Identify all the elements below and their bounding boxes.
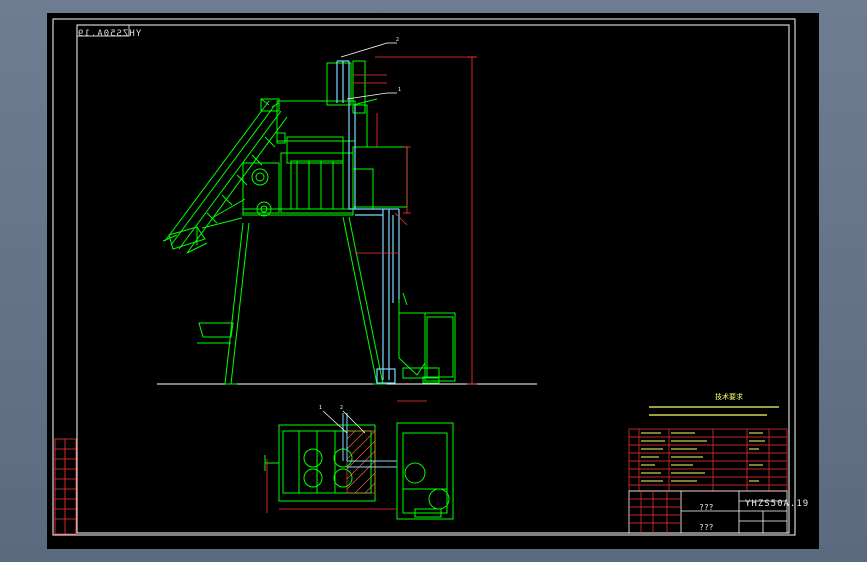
title-block-name-1: ???	[699, 503, 714, 512]
left-revision-strip	[54, 438, 77, 535]
parts-list-entries	[641, 432, 765, 482]
balloon-plan-2: 2	[340, 405, 343, 411]
title-block-drawing-number: YHZS50A.19	[745, 499, 810, 509]
balloon-plan-1: 1	[319, 405, 322, 411]
parts-list	[628, 428, 788, 492]
plan-duct	[342, 413, 397, 468]
drawing-number-mirrored: YHZS50A.19	[77, 29, 142, 39]
support-frame	[197, 216, 387, 385]
technical-notes	[649, 406, 779, 416]
title-block-signatures	[629, 491, 681, 533]
title-block-name-2: ???	[699, 523, 714, 532]
dust-collector	[398, 292, 456, 384]
pipe-ducting	[336, 60, 400, 384]
dimension-lines	[353, 56, 477, 402]
drawing-viewport[interactable]: 2 1 1 2 YHZS50A.19 技术要求 ??? ??? YHZS50A.…	[47, 13, 819, 549]
leader-lines-plan	[322, 410, 366, 434]
outer-border	[52, 18, 796, 536]
cad-drawing-canvas: 2 1 1 2	[52, 18, 796, 536]
balloon-top-2: 2	[396, 37, 399, 43]
technical-requirements-title: 技术要求	[715, 393, 743, 401]
balloon-top-1: 1	[398, 87, 401, 93]
